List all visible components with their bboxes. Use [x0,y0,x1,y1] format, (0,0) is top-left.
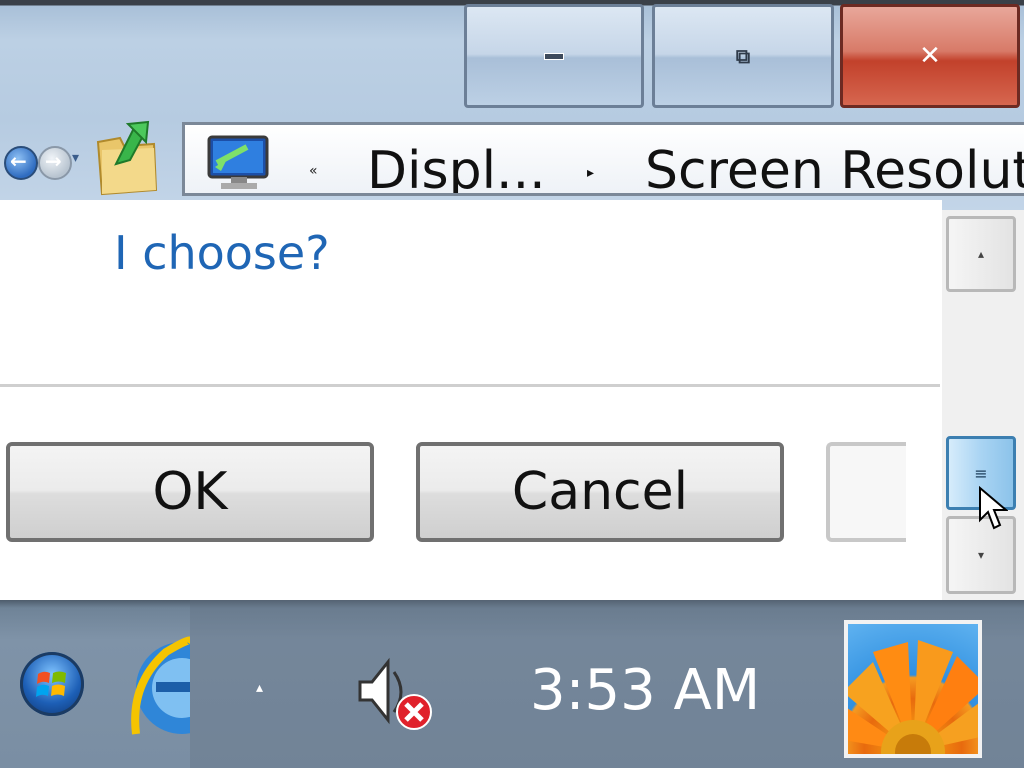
restore-button[interactable]: ⧉ [652,4,834,108]
start-button[interactable] [20,652,84,716]
minimize-icon [544,52,564,60]
up-folder-icon[interactable] [94,120,160,196]
help-link[interactable]: I choose? [114,226,330,280]
divider [0,384,940,387]
breadcrumb-overflow-icon[interactable]: « [309,163,318,179]
windows-logo-icon [36,671,66,697]
orange-flower-image [848,640,978,754]
scroll-up-button[interactable]: ▴ [946,216,1016,292]
mouse-cursor-icon [979,486,1008,530]
show-hidden-icons-button[interactable]: ▴ [256,680,263,696]
recent-pages-dropdown-icon[interactable]: ▾ [72,150,79,166]
cancel-button[interactable]: Cancel [416,442,784,542]
content-pane: I choose? OK Cancel [0,200,942,600]
ok-button[interactable]: OK [6,442,374,542]
internet-explorer-icon[interactable] [126,624,190,754]
close-button[interactable]: ✕ [840,4,1020,108]
close-icon: ✕ [919,41,941,71]
breadcrumb-screen-resolution[interactable]: Screen Resolut [645,141,1024,193]
apply-button[interactable] [826,442,906,542]
volume-muted-icon[interactable] [354,648,436,732]
minimize-button[interactable] [464,4,644,108]
display-control-panel-icon [207,135,269,189]
breadcrumb-separator-icon[interactable]: ▸ [587,165,594,181]
window-frame: ⧉ ✕ ▾ « Displ... ▸ Screen Resolut [0,0,1024,210]
taskbar: ▴ 3:53 AM [0,600,1024,768]
user-account-picture [844,620,982,758]
restore-icon: ⧉ [735,44,751,68]
vertical-scrollbar[interactable]: ▴ ≡ ▾ [942,210,1024,600]
address-bar[interactable]: « Displ... ▸ Screen Resolut [182,122,1024,196]
breadcrumb-display[interactable]: Displ... [367,141,546,193]
back-button[interactable] [4,146,38,180]
forward-button[interactable] [38,146,72,180]
system-clock[interactable]: 3:53 AM [530,658,760,723]
